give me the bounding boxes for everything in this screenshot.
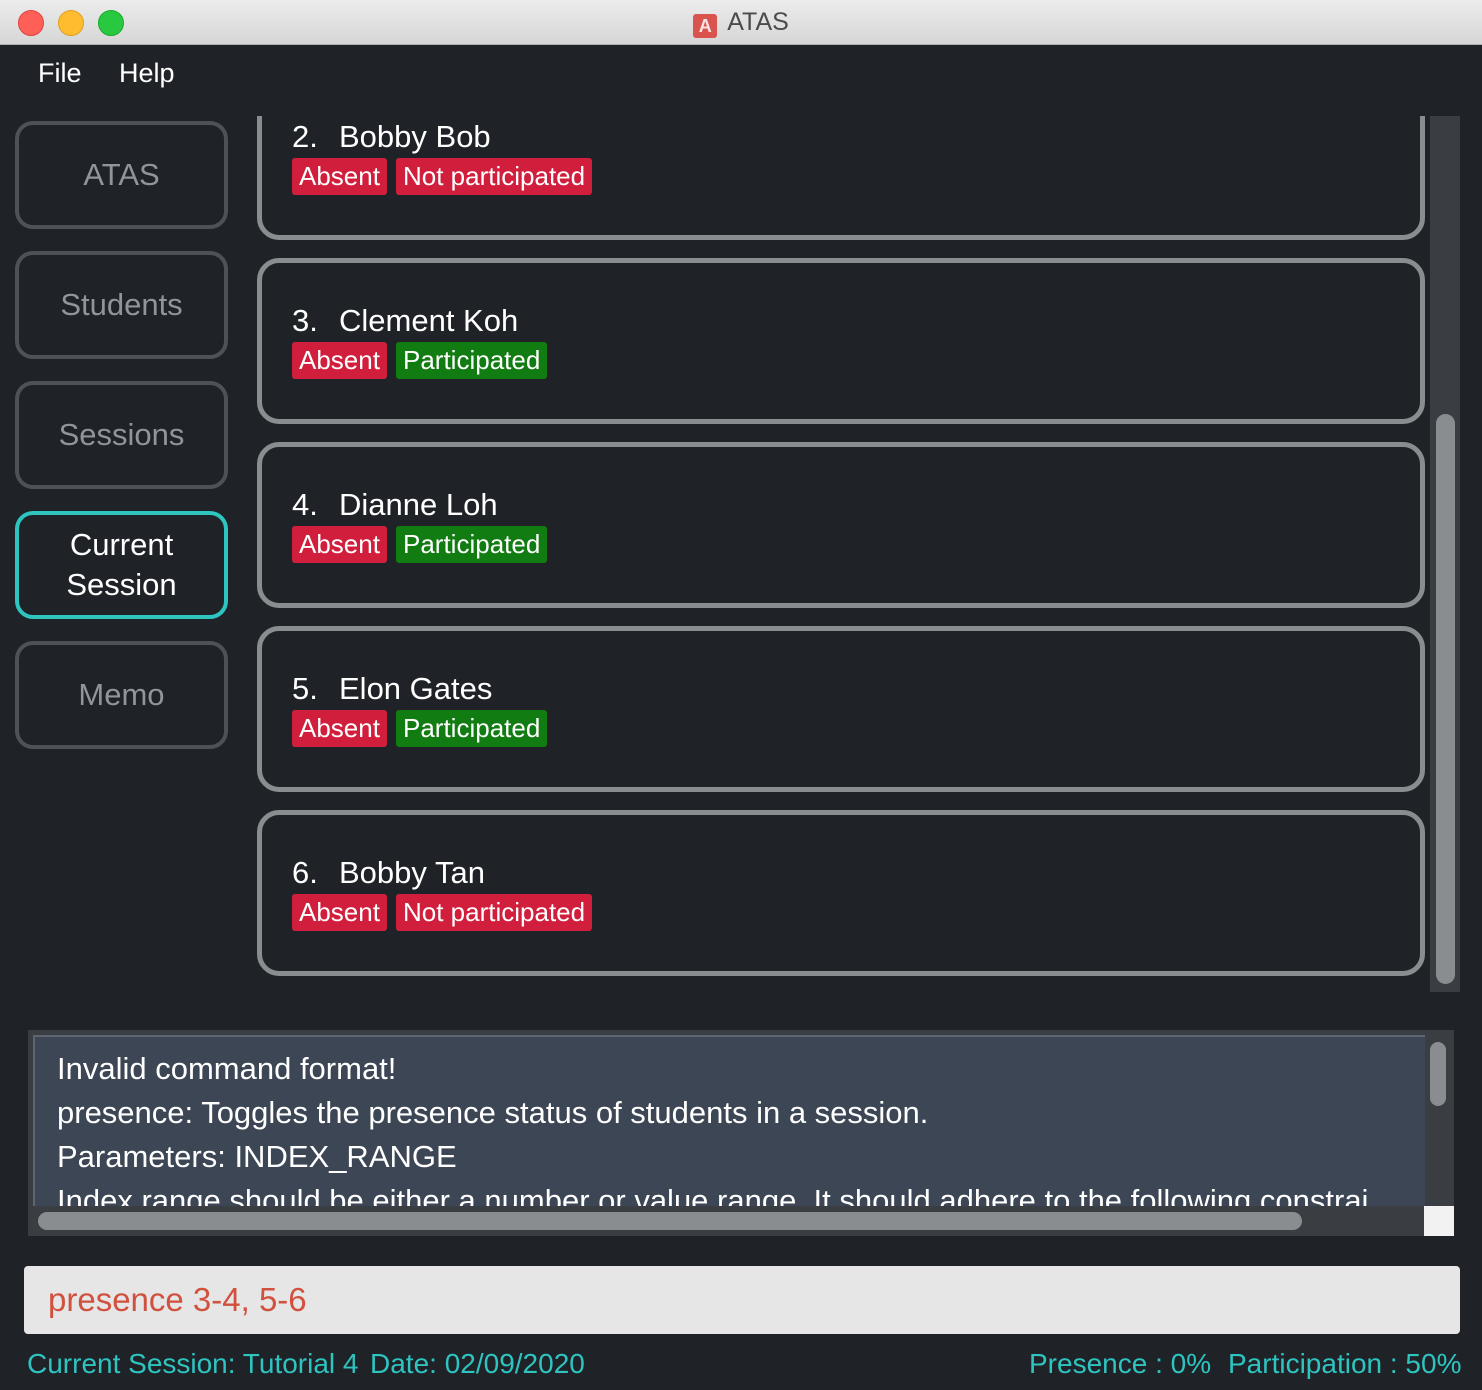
sidebar-tab-memo[interactable]: Memo (15, 641, 228, 749)
attendance-card[interactable]: 3. Clement Koh Absent Participated (257, 258, 1425, 424)
attendance-list-scroll-thumb[interactable] (1436, 414, 1455, 984)
presence-tag: Absent (292, 710, 387, 747)
participation-tag: Participated (396, 526, 548, 563)
scroll-corner (1424, 1206, 1454, 1236)
result-line: Parameters: INDEX_RANGE (57, 1139, 457, 1174)
student-index: 5. (292, 671, 318, 706)
attendance-card[interactable]: 6. Bobby Tan Absent Not participated (257, 810, 1425, 976)
sidebar-tab-label: Sessions (58, 417, 185, 452)
status-bar: Current Session: Tutorial 4 Date: 02/09/… (0, 1340, 1482, 1390)
status-date: Date: 02/09/2020 (370, 1348, 585, 1379)
student-name: Elon Gates (339, 671, 493, 706)
student-name: Bobby Tan (339, 855, 485, 890)
student-index: 2. (292, 119, 318, 154)
sidebar-tab-label: Current Session (66, 527, 177, 602)
sidebar-tab-current-session[interactable]: Current Session (15, 511, 228, 619)
student-name: Bobby Bob (339, 119, 491, 154)
presence-tag: Absent (292, 342, 387, 379)
status-presence: Presence : 0% (1029, 1348, 1212, 1379)
participation-tag: Not participated (396, 158, 593, 195)
sidebar-tab-atas[interactable]: ATAS (15, 121, 228, 229)
result-text-area[interactable]: Invalid command format! presence: Toggle… (33, 1035, 1425, 1207)
participation-tag: Participated (396, 342, 548, 379)
result-display: Invalid command format! presence: Toggle… (28, 1030, 1454, 1236)
attendance-card[interactable]: 2. Bobby Bob Absent Not participated (257, 116, 1425, 240)
sidebar-tab-sessions[interactable]: Sessions (15, 381, 228, 489)
student-name: Clement Koh (339, 303, 519, 338)
presence-tag: Absent (292, 894, 387, 931)
result-line: Index range should be either a number or… (57, 1183, 1369, 1207)
result-line: Invalid command format! (57, 1051, 397, 1086)
attendance-list[interactable]: 2. Bobby Bob Absent Not participated 3. … (252, 116, 1460, 992)
participation-tag: Not participated (396, 894, 593, 931)
status-current-session: Current Session: Tutorial 4 (27, 1348, 359, 1379)
menu-bar: File Help (0, 45, 1482, 105)
menu-help[interactable]: Help (119, 58, 175, 89)
result-vertical-scroll-thumb[interactable] (1430, 1042, 1446, 1106)
result-horizontal-scroll-thumb[interactable] (38, 1212, 1302, 1230)
sidebar-tab-label: ATAS (83, 157, 160, 192)
student-index: 4. (292, 487, 318, 522)
command-input[interactable]: presence 3-4, 5-6 (24, 1266, 1460, 1334)
attendance-card[interactable]: 5. Elon Gates Absent Participated (257, 626, 1425, 792)
sidebar-tab-label: Memo (78, 677, 165, 712)
app-icon: A (693, 14, 718, 38)
window-title: A ATAS (0, 8, 1482, 38)
sidebar-tab-students[interactable]: Students (15, 251, 228, 359)
window-titlebar: A ATAS (0, 0, 1482, 45)
presence-tag: Absent (292, 158, 387, 195)
student-index: 3. (292, 303, 318, 338)
menu-file[interactable]: File (38, 58, 82, 89)
presence-tag: Absent (292, 526, 387, 563)
student-name: Dianne Loh (339, 487, 498, 522)
window-title-text: ATAS (727, 8, 789, 36)
participation-tag: Participated (396, 710, 548, 747)
result-line: presence: Toggles the presence status of… (57, 1095, 929, 1130)
student-index: 6. (292, 855, 318, 890)
sidebar-tab-label: Students (60, 287, 183, 322)
status-participation: Participation : 50% (1228, 1348, 1462, 1379)
attendance-card[interactable]: 4. Dianne Loh Absent Participated (257, 442, 1425, 608)
